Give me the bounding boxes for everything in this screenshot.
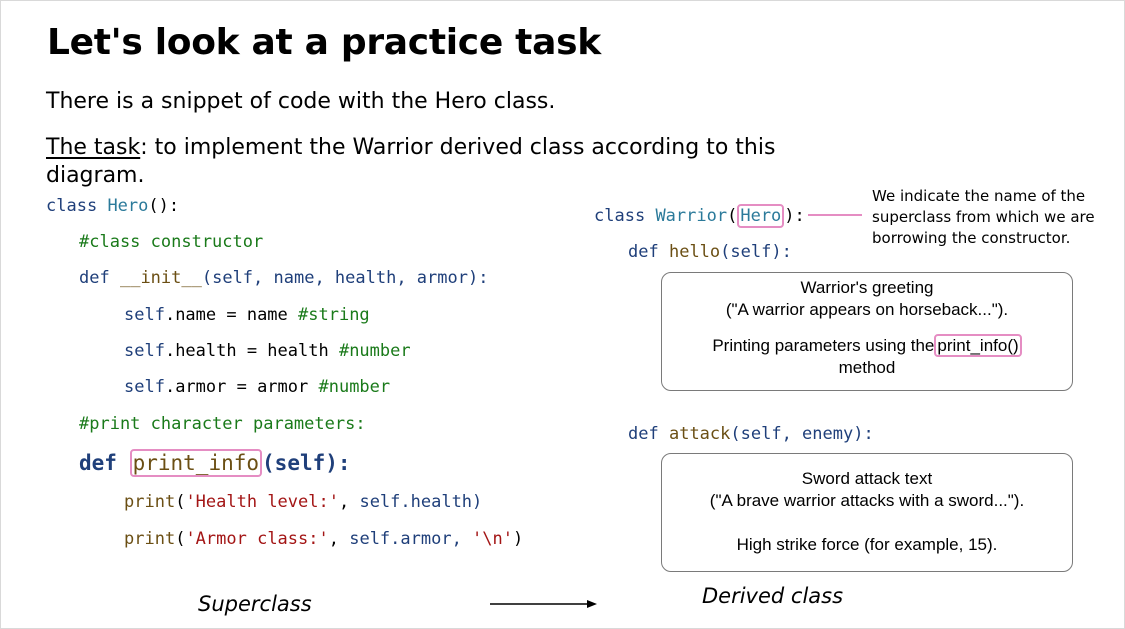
print-comment: #print character parameters: <box>79 414 366 434</box>
superclass-to-derived-arrow <box>490 600 597 608</box>
attack-description-box: Sword attack text ("A brave warrior atta… <box>661 453 1073 572</box>
parent-hero-highlight: Hero <box>737 204 785 228</box>
hello-line4: method <box>838 358 896 377</box>
print-health-line: print('Health level:', self.health) <box>124 492 483 512</box>
warrior-class-line: class Warrior(Hero): <box>594 204 805 228</box>
attack-line3: High strike force (for example, 15). <box>736 535 998 554</box>
print-armor-line: print('Armor class:', self.armor, '\n') <box>124 529 524 549</box>
superclass-caption: Superclass <box>198 592 312 616</box>
intro-text: There is a snippet of code with the Hero… <box>46 89 556 114</box>
hero-class-line: class Hero(): <box>46 196 180 216</box>
derived-class-caption: Derived class <box>702 584 844 608</box>
hello-def-line: def hello(self): <box>628 242 792 262</box>
task-text: The task: to implement the Warrior deriv… <box>46 134 846 190</box>
print-info-call-highlight: print_info() <box>934 334 1022 357</box>
init-def-line: def __init__(self, name, health, armor): <box>79 268 489 288</box>
hello-line2: ("A warrior appears on horseback..."). <box>725 300 1009 319</box>
slide-title: Let's look at a practice task <box>47 22 601 63</box>
task-description: : to implement the Warrior derived class… <box>46 135 776 188</box>
attack-line1: Sword attack text <box>801 469 933 488</box>
constructor-comment: #class constructor <box>79 232 264 252</box>
print-info-highlight: print_info <box>129 449 263 477</box>
print-info-def-line: def print_info (self): <box>79 449 351 477</box>
attack-def-line: def attack(self, enemy): <box>628 424 874 444</box>
hello-line1: Warrior's greeting <box>800 278 934 297</box>
hello-description-box: Warrior's greeting ("A warrior appears o… <box>661 272 1073 391</box>
hello-line3: Printing parameters using the print_info(… <box>662 334 1072 357</box>
self-health-line: self.health = health #number <box>124 341 411 361</box>
task-label: The task <box>46 135 141 160</box>
self-armor-line: self.armor = armor #number <box>124 377 391 397</box>
superclass-note: We indicate the name of the superclass f… <box>872 187 1095 247</box>
self-name-line: self.name = name #string <box>124 305 370 325</box>
attack-line2: ("A brave warrior attacks with a sword..… <box>709 491 1025 510</box>
note-connector <box>808 214 862 216</box>
